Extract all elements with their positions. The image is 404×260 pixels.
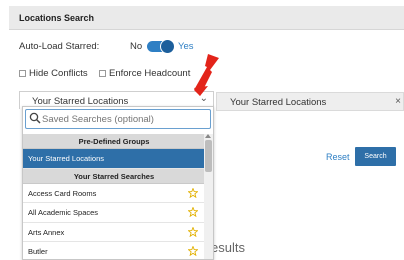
panel-title: Locations Search [19, 13, 95, 23]
dropdown-list: Pre-Defined Groups Your Starred Location… [23, 134, 205, 259]
scroll-thumb[interactable] [205, 140, 212, 172]
star-icon[interactable] [188, 187, 198, 198]
hide-conflicts-label[interactable]: Hide Conflicts [29, 68, 88, 79]
star-icon[interactable] [188, 246, 198, 256]
toggle-off-label: No [130, 41, 143, 52]
group-header-predefined: Pre-Defined Groups [23, 134, 205, 149]
search-button[interactable]: Search [355, 147, 396, 166]
scroll-up-icon[interactable] [205, 134, 211, 138]
panel-header: Locations Search [9, 6, 404, 30]
autoload-toggle[interactable] [147, 39, 175, 54]
list-item-label: Arts Annex [28, 227, 65, 237]
results-heading: esults [211, 240, 245, 255]
star-icon[interactable] [188, 207, 198, 217]
hide-conflicts-checkbox[interactable] [19, 70, 26, 77]
list-item[interactable]: Butler [23, 242, 205, 259]
close-icon[interactable]: × [395, 96, 401, 107]
group-header-starred: Your Starred Searches [23, 168, 205, 184]
list-item-label: All Academic Spaces [28, 208, 99, 217]
saved-searches-dropdown: Pre-Defined Groups Your Starred Location… [22, 106, 214, 260]
autoload-label: Auto-Load Starred: [19, 41, 100, 52]
list-item[interactable]: Arts Annex [23, 222, 205, 242]
toggle-knob [160, 39, 175, 54]
list-item-label: Your Starred Locations [28, 154, 105, 163]
list-item[interactable]: All Academic Spaces [23, 203, 205, 223]
list-item-label: Butler [28, 247, 48, 256]
list-item-label: Access Card Rooms [28, 188, 97, 198]
selected-search-panel: Your Starred Locations × [216, 92, 404, 111]
enforce-headcount-label[interactable]: Enforce Headcount [109, 68, 190, 79]
enforce-headcount-checkbox[interactable] [99, 70, 106, 77]
search-icon [29, 112, 41, 124]
dropdown-search-box[interactable] [25, 109, 211, 129]
reset-link[interactable]: Reset [326, 152, 350, 162]
list-item[interactable]: Access Card Rooms [23, 183, 205, 203]
dropdown-scrollbar[interactable] [204, 134, 213, 259]
list-item[interactable]: Your Starred Locations [23, 149, 205, 169]
saved-searches-input[interactable] [42, 112, 208, 126]
selected-search-label: Your Starred Locations [230, 97, 327, 108]
star-icon[interactable] [188, 226, 198, 237]
